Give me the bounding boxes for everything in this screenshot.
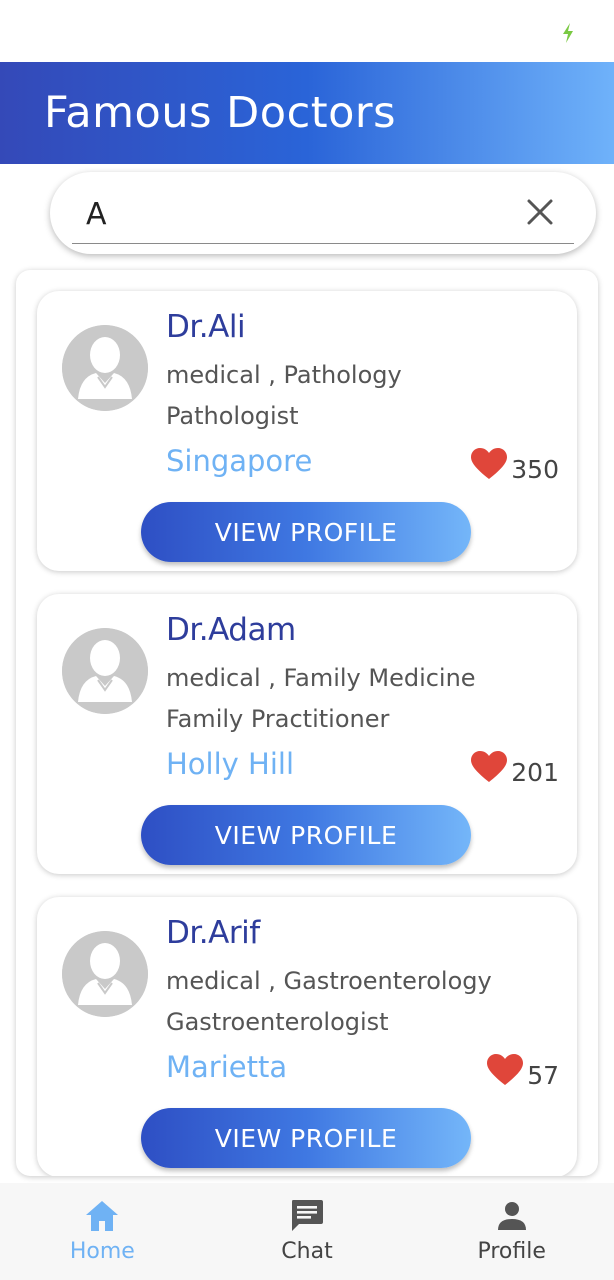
like-count: 57 xyxy=(527,1060,559,1090)
doctor-specialty: medical , Pathology xyxy=(166,361,402,389)
doctor-name: Dr.Ali xyxy=(166,309,246,345)
doctor-city: Marietta xyxy=(166,1050,288,1084)
doctor-card[interactable]: Dr.Adam medical , Family Medicine Family… xyxy=(37,594,577,874)
person-icon xyxy=(497,1202,526,1230)
nav-label-profile: Profile xyxy=(477,1239,546,1264)
nav-label-chat: Chat xyxy=(281,1239,333,1264)
charging-icon xyxy=(563,23,573,43)
nav-item-profile[interactable]: Profile xyxy=(409,1183,614,1280)
doctor-name: Dr.Adam xyxy=(166,612,296,648)
heart-icon[interactable] xyxy=(471,448,508,480)
app-screen: Famous Doctors Dr.Ali medical , Patholog… xyxy=(0,0,614,1280)
doctor-card[interactable]: Dr.Ali medical , Pathology Pathologist S… xyxy=(37,291,577,571)
nav-item-chat[interactable]: Chat xyxy=(205,1183,410,1280)
close-icon[interactable] xyxy=(526,198,554,226)
doctor-title: Pathologist xyxy=(166,402,299,430)
doctor-city: Singapore xyxy=(166,444,313,478)
view-profile-button[interactable]: VIEW PROFILE xyxy=(141,805,471,865)
like-count: 350 xyxy=(511,454,559,484)
search-underline xyxy=(72,243,574,244)
doctor-name: Dr.Arif xyxy=(166,915,260,951)
chat-icon xyxy=(292,1200,323,1231)
person-silhouette-icon xyxy=(62,931,148,1017)
doctor-title: Family Practitioner xyxy=(166,705,390,733)
view-profile-button[interactable]: VIEW PROFILE xyxy=(141,1108,471,1168)
search-input[interactable] xyxy=(72,184,552,244)
heart-icon[interactable] xyxy=(487,1054,524,1086)
avatar xyxy=(62,628,148,714)
person-silhouette-icon xyxy=(62,325,148,411)
heart-icon[interactable] xyxy=(471,751,508,783)
nav-label-home: Home xyxy=(69,1239,135,1264)
bottom-nav: Home Chat Profile xyxy=(0,1183,614,1280)
avatar xyxy=(62,325,148,411)
home-icon xyxy=(86,1201,119,1231)
doctor-title: Gastroenterologist xyxy=(166,1008,389,1036)
doctor-specialty: medical , Family Medicine xyxy=(166,664,476,692)
search-box xyxy=(50,172,596,254)
page-title: Famous Doctors xyxy=(44,88,396,138)
likes: 350 xyxy=(471,448,559,484)
likes: 201 xyxy=(471,751,559,787)
like-count: 201 xyxy=(511,757,559,787)
likes: 57 xyxy=(487,1054,559,1090)
avatar xyxy=(62,931,148,1017)
doctor-card[interactable]: Dr.Arif medical , Gastroenterology Gastr… xyxy=(37,897,577,1176)
view-profile-button[interactable]: VIEW PROFILE xyxy=(141,502,471,562)
nav-item-home[interactable]: Home xyxy=(0,1183,205,1280)
app-header: Famous Doctors xyxy=(0,62,614,164)
status-bar xyxy=(0,0,614,62)
doctor-list[interactable]: Dr.Ali medical , Pathology Pathologist S… xyxy=(16,270,598,1176)
doctor-specialty: medical , Gastroenterology xyxy=(166,967,492,995)
doctor-city: Holly Hill xyxy=(166,747,295,781)
person-silhouette-icon xyxy=(62,628,148,714)
